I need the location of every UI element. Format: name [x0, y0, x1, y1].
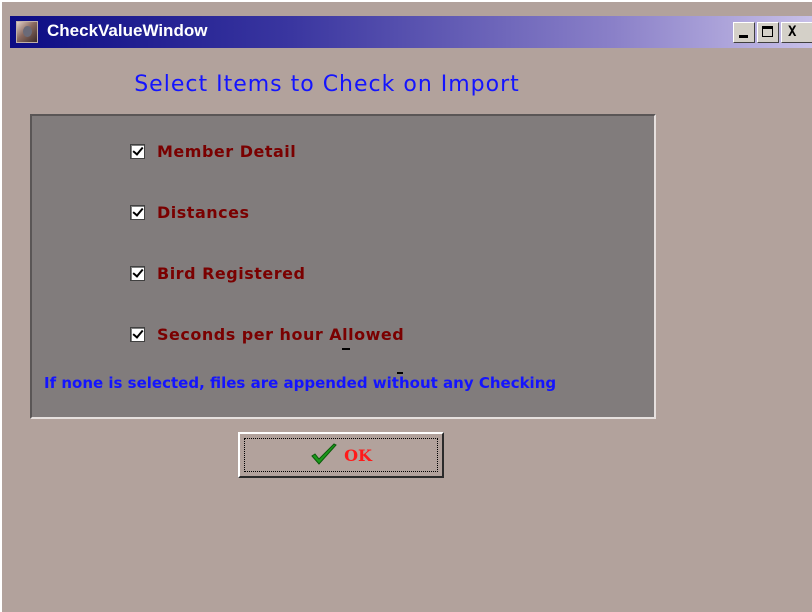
bird-registered-checkbox[interactable] [130, 265, 145, 281]
window-title: CheckValueWindow [47, 21, 208, 40]
option-distances[interactable]: Distances [130, 201, 249, 223]
close-button[interactable]: X [781, 22, 812, 43]
close-icon: X [788, 24, 797, 40]
maximize-button[interactable] [757, 22, 779, 43]
seconds-per-hour-label[interactable]: Seconds per hour Allowed [157, 325, 404, 344]
distances-label[interactable]: Distances [157, 203, 249, 222]
minimize-button[interactable] [733, 22, 755, 43]
member-detail-label[interactable]: Member Detail [157, 142, 296, 161]
options-panel: Member Detail Distances Bird Registered … [30, 114, 656, 419]
ok-label: OK [344, 445, 372, 465]
stray-mark [342, 348, 350, 350]
app-icon[interactable] [16, 21, 38, 43]
distances-checkbox[interactable] [130, 204, 145, 220]
info-note: If none is selected, files are appended … [44, 374, 557, 392]
minimize-icon [739, 35, 748, 38]
member-detail-checkbox[interactable] [130, 143, 145, 159]
option-seconds-per-hour[interactable]: Seconds per hour Allowed [130, 323, 404, 345]
bird-registered-label[interactable]: Bird Registered [157, 264, 305, 283]
ok-button[interactable]: OK [238, 432, 444, 478]
green-check-icon [311, 443, 337, 465]
ok-button-focus-rect: OK [244, 438, 438, 472]
page-title: Select Items to Check on Import [134, 72, 520, 97]
title-bar[interactable]: CheckValueWindow X [10, 16, 812, 48]
check-value-window: CheckValueWindow X Select Items to Check… [0, 0, 812, 612]
option-member-detail[interactable]: Member Detail [130, 140, 296, 162]
seconds-per-hour-checkbox[interactable] [130, 326, 145, 342]
maximize-icon [762, 26, 773, 37]
option-bird-registered[interactable]: Bird Registered [130, 262, 305, 284]
